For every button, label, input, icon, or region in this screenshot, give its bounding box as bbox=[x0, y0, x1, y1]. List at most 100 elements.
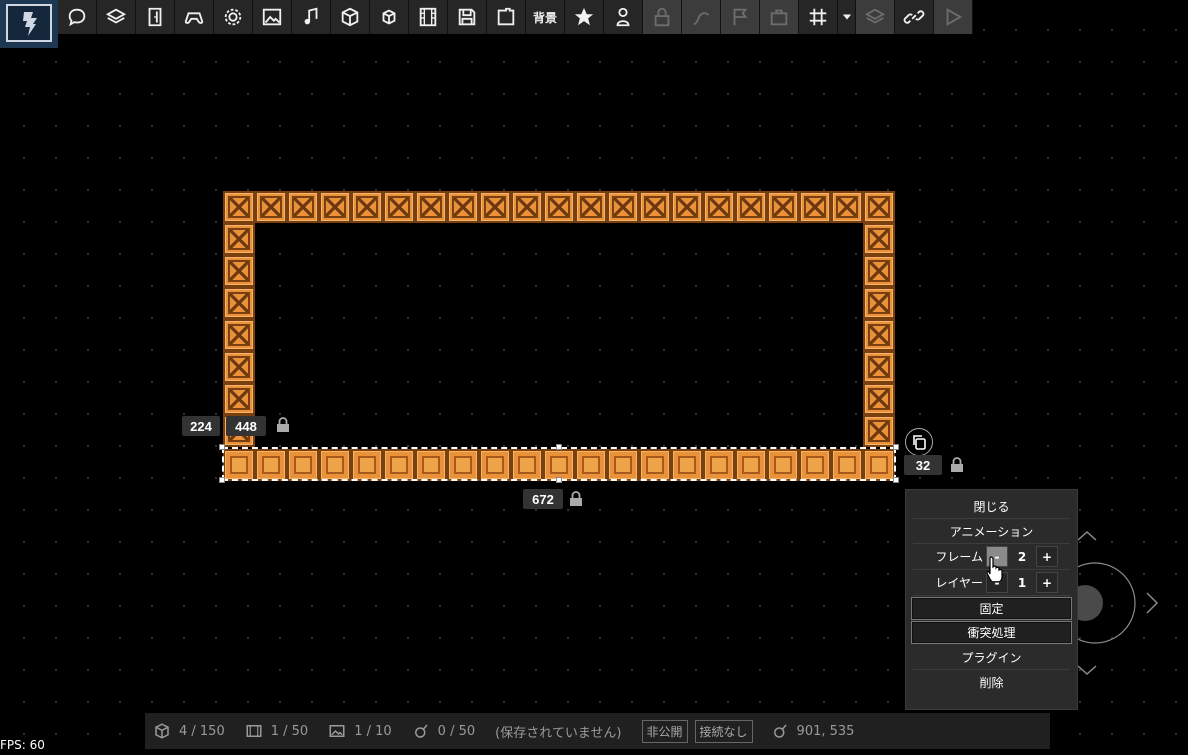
save-icon[interactable] bbox=[448, 0, 487, 34]
hand-cursor-icon bbox=[986, 556, 1003, 581]
cube-icon bbox=[155, 723, 169, 739]
crate-tile[interactable] bbox=[511, 191, 543, 223]
width-label: 448 bbox=[226, 416, 266, 436]
sound-icon bbox=[414, 724, 428, 738]
save-status: (保存されていません) bbox=[495, 725, 622, 741]
crate-tile[interactable] bbox=[223, 351, 255, 383]
selection-handle[interactable] bbox=[893, 444, 899, 450]
crate-tile[interactable] bbox=[863, 191, 895, 223]
crate-tile[interactable] bbox=[639, 191, 671, 223]
background-button[interactable]: 背景 bbox=[526, 0, 565, 34]
object-count-value: 4 / 150 bbox=[179, 723, 225, 739]
layer-label: レイヤー bbox=[935, 576, 983, 590]
cursor-coords: 901, 535 bbox=[771, 722, 855, 740]
grid-icon[interactable] bbox=[799, 0, 838, 34]
link-icon[interactable] bbox=[895, 0, 934, 34]
star-icon[interactable] bbox=[565, 0, 604, 34]
crate-tile[interactable] bbox=[863, 287, 895, 319]
selection-handle[interactable] bbox=[219, 477, 225, 483]
layers-icon[interactable] bbox=[97, 0, 136, 34]
cursor-coords-value: 901, 535 bbox=[796, 723, 855, 739]
film-icon[interactable] bbox=[409, 0, 448, 34]
crate-tile[interactable] bbox=[223, 223, 255, 255]
frame-value: 2 bbox=[1017, 549, 1027, 564]
lock-icon[interactable] bbox=[276, 417, 290, 433]
fix-menu-item[interactable]: 固定 bbox=[911, 597, 1072, 620]
crate-tile[interactable] bbox=[223, 287, 255, 319]
collision-menu-item[interactable]: 衝突処理 bbox=[911, 621, 1072, 644]
status-bar: 4 / 150 1 / 50 1 / 10 0 / 50 (保存されていません)… bbox=[145, 713, 1050, 749]
app-logo[interactable] bbox=[0, 0, 58, 48]
crate-tile[interactable] bbox=[223, 319, 255, 351]
crate-tile[interactable] bbox=[671, 191, 703, 223]
gamepad-icon[interactable] bbox=[175, 0, 214, 34]
small-cube-icon[interactable] bbox=[370, 0, 409, 34]
crate-tile[interactable] bbox=[863, 351, 895, 383]
crate-tile[interactable] bbox=[223, 383, 255, 415]
context-menu: 閉じる アニメーション フレーム - 2 + レイヤー - 1 + 固定 衝突処… bbox=[905, 489, 1078, 710]
layer-value: 1 bbox=[1017, 575, 1027, 590]
crate-tile[interactable] bbox=[319, 191, 351, 223]
crate-tile[interactable] bbox=[543, 191, 575, 223]
crate-tile[interactable] bbox=[799, 191, 831, 223]
animation-menu-item[interactable]: アニメーション bbox=[913, 519, 1070, 544]
sound-count: 0 / 50 bbox=[412, 722, 475, 740]
close-menu-item[interactable]: 閉じる bbox=[913, 494, 1070, 519]
copy-icon[interactable] bbox=[905, 428, 933, 456]
crate-tile[interactable] bbox=[863, 415, 895, 447]
crate-tile[interactable] bbox=[479, 191, 511, 223]
logo-icon bbox=[6, 4, 52, 42]
lock-icon[interactable] bbox=[569, 491, 583, 507]
delete-menu-item[interactable]: 削除 bbox=[913, 670, 1070, 695]
layer-plus-button[interactable]: + bbox=[1036, 572, 1058, 593]
chat-bubble-icon[interactable] bbox=[58, 0, 97, 34]
film-count: 1 / 50 bbox=[245, 722, 308, 740]
crate-tile[interactable] bbox=[351, 191, 383, 223]
person-icon[interactable] bbox=[604, 0, 643, 34]
play-icon bbox=[934, 0, 973, 34]
frame-plus-button[interactable]: + bbox=[1036, 546, 1058, 567]
selection-handle[interactable] bbox=[893, 477, 899, 483]
crate-tile[interactable] bbox=[383, 191, 415, 223]
image-count: 1 / 10 bbox=[328, 722, 392, 740]
crate-tile[interactable] bbox=[767, 191, 799, 223]
crate-tile[interactable] bbox=[255, 191, 287, 223]
lock-icon[interactable] bbox=[950, 457, 964, 473]
crate-tile[interactable] bbox=[735, 191, 767, 223]
selection-box[interactable] bbox=[222, 447, 896, 481]
crate-tile[interactable] bbox=[287, 191, 319, 223]
crate-tile[interactable] bbox=[575, 191, 607, 223]
connection-badge[interactable]: 接続なし bbox=[694, 719, 753, 743]
gear-icon[interactable] bbox=[214, 0, 253, 34]
door-icon[interactable] bbox=[136, 0, 175, 34]
crate-tile[interactable] bbox=[223, 255, 255, 287]
crate-tile[interactable] bbox=[831, 191, 863, 223]
fps-counter: FPS: 60 bbox=[0, 738, 45, 752]
music-note-icon[interactable] bbox=[292, 0, 331, 34]
crate-tile[interactable] bbox=[863, 319, 895, 351]
visibility-badge[interactable]: 非公開 bbox=[641, 719, 688, 743]
crate-tile[interactable] bbox=[223, 191, 255, 223]
lock-icon bbox=[643, 0, 682, 34]
flag-icon bbox=[721, 0, 760, 34]
dropdown-arrow-icon[interactable] bbox=[838, 0, 856, 34]
crate-tile[interactable] bbox=[447, 191, 479, 223]
crate-tile[interactable] bbox=[863, 255, 895, 287]
selection-handle[interactable] bbox=[556, 477, 562, 483]
selection-handle[interactable] bbox=[556, 444, 562, 450]
path-icon bbox=[682, 0, 721, 34]
toolbox-icon bbox=[760, 0, 799, 34]
crate-tile[interactable] bbox=[607, 191, 639, 223]
stack-layers-icon bbox=[856, 0, 895, 34]
image-icon[interactable] bbox=[253, 0, 292, 34]
selection-handle[interactable] bbox=[219, 444, 225, 450]
x-position-label: 224 bbox=[182, 416, 220, 436]
export-icon[interactable] bbox=[487, 0, 526, 34]
crate-tile[interactable] bbox=[415, 191, 447, 223]
crate-tile[interactable] bbox=[863, 223, 895, 255]
cube-icon[interactable] bbox=[331, 0, 370, 34]
crate-tile[interactable] bbox=[863, 383, 895, 415]
image-count-value: 1 / 10 bbox=[354, 723, 392, 739]
crate-tile[interactable] bbox=[703, 191, 735, 223]
plugin-menu-item[interactable]: プラグイン bbox=[913, 645, 1070, 670]
